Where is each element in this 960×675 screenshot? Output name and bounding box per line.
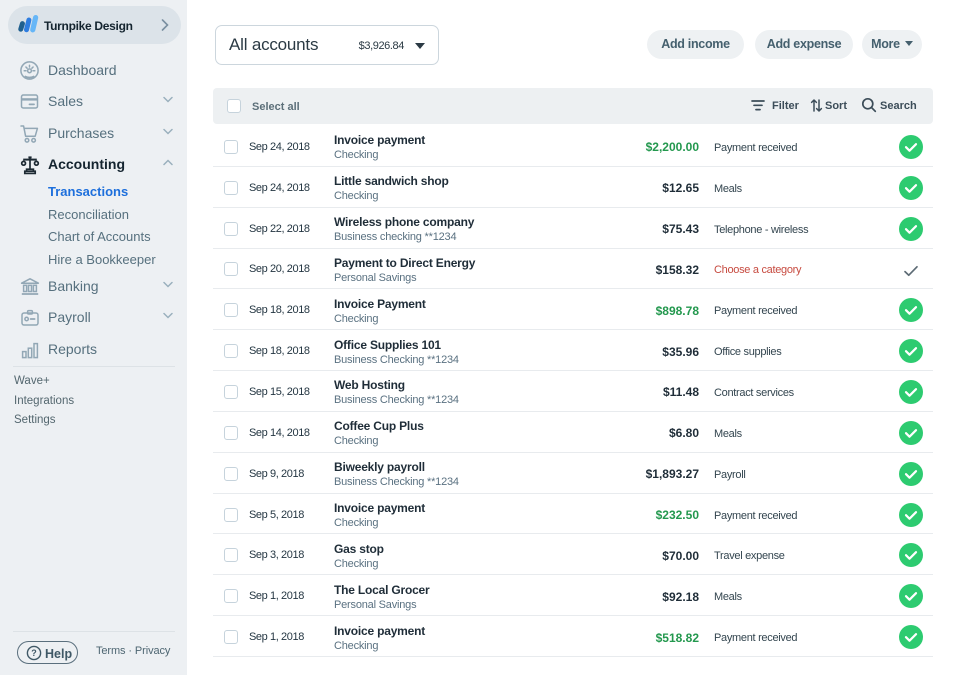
svg-text:?: ? [31, 648, 37, 658]
